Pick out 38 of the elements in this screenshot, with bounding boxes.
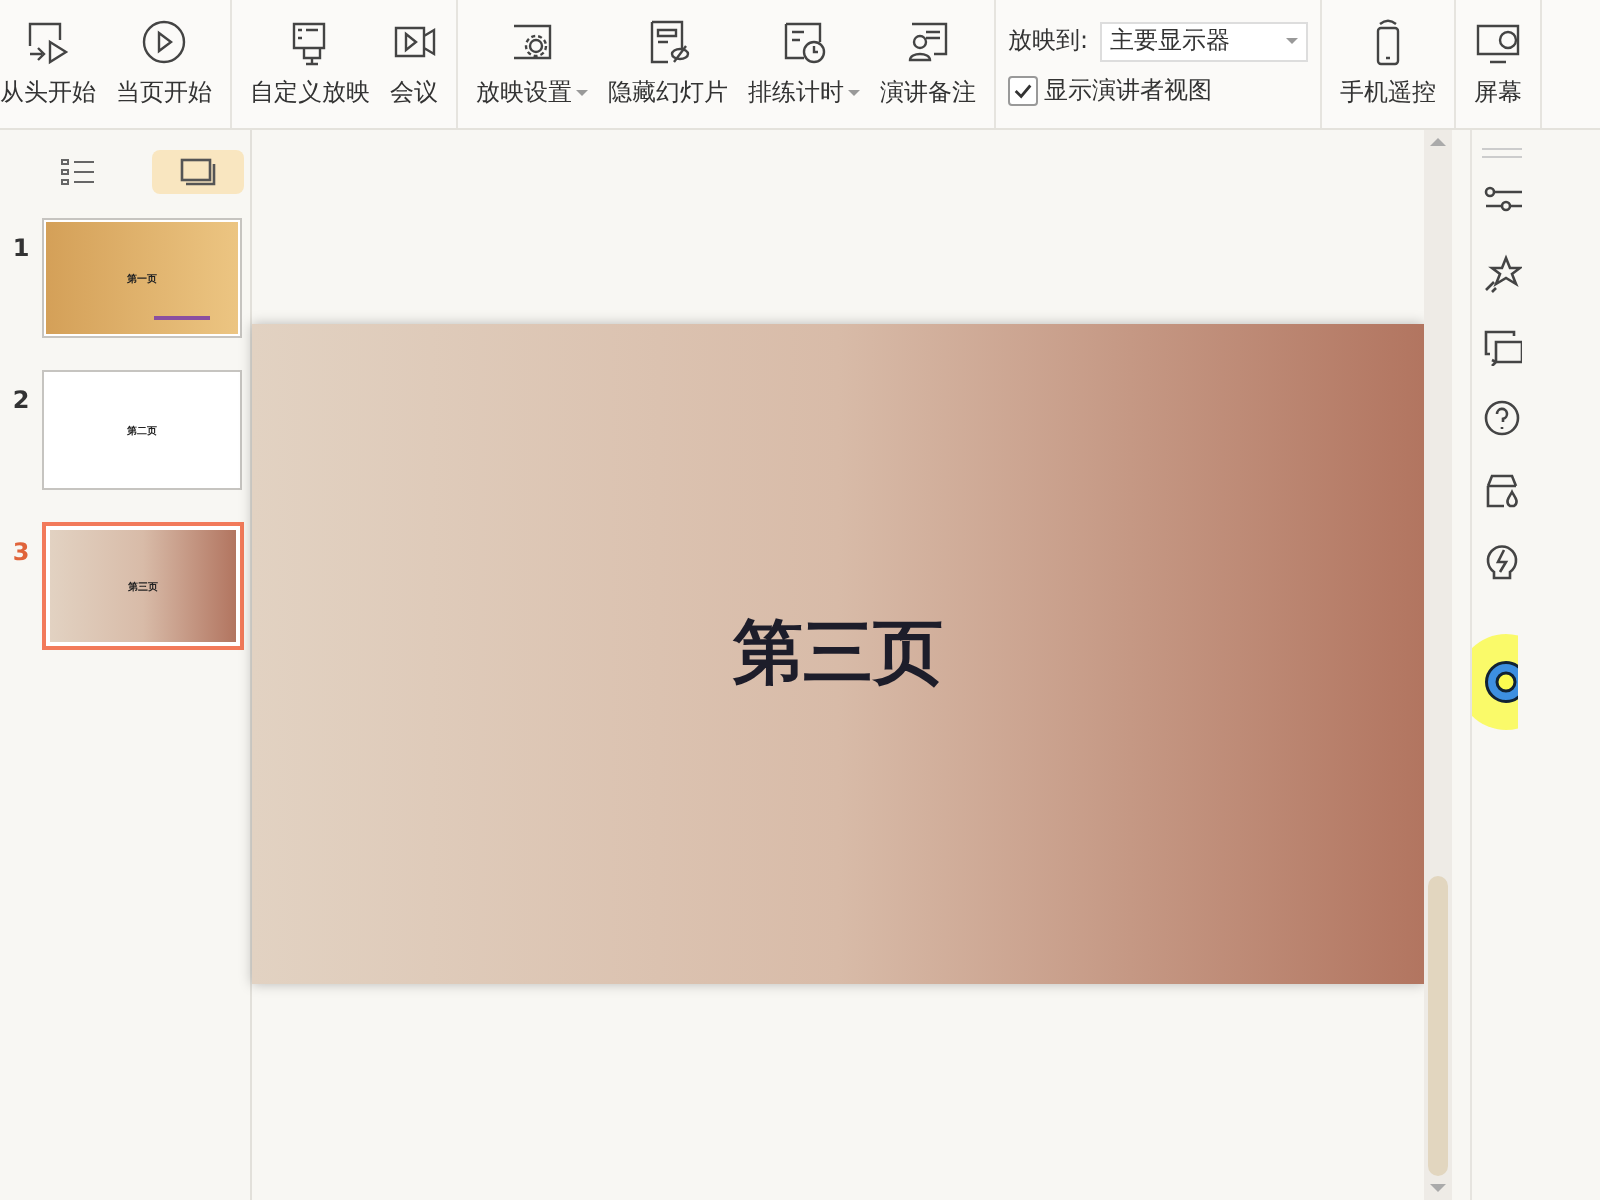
- check-icon: [1012, 79, 1034, 101]
- presenter-icon: [904, 18, 952, 66]
- slide-view-tab[interactable]: [152, 150, 244, 194]
- toolbar-button[interactable]: 放映设置: [466, 0, 598, 128]
- subtitle-line: [154, 316, 210, 320]
- caret-icon: [848, 90, 860, 96]
- scroll-thumb[interactable]: [1428, 876, 1448, 1176]
- toolbar-button[interactable]: 自定义放映: [240, 0, 380, 128]
- store-icon[interactable]: [1482, 470, 1522, 510]
- toolbar-button[interactable]: 会议: [380, 0, 448, 128]
- checkbox[interactable]: [1008, 75, 1038, 105]
- toolbar-button[interactable]: 隐藏幻灯片: [598, 0, 738, 128]
- presenter-view-checkbox[interactable]: 显示演讲者视图: [1008, 73, 1309, 107]
- play-icon: [24, 18, 72, 66]
- slide-number: 2: [10, 384, 32, 414]
- toolbar-button[interactable]: 当页开始: [106, 0, 222, 128]
- switch-icon[interactable]: [1482, 326, 1522, 366]
- slide-number: 1: [10, 232, 32, 262]
- caret-icon: [1286, 38, 1299, 44]
- display-dropdown[interactable]: 主要显示器: [1100, 21, 1309, 61]
- toolbar-button[interactable]: 排练计时: [738, 0, 870, 128]
- list-icon: [60, 158, 96, 186]
- slide-title: 第三页: [733, 612, 943, 698]
- toolbar-button[interactable]: 屏幕: [1464, 0, 1533, 128]
- slide-number: 3: [10, 536, 32, 566]
- lightning-bulb-icon[interactable]: [1482, 542, 1522, 582]
- toolbar-button[interactable]: 演讲备注: [870, 0, 986, 128]
- scrollbar[interactable]: [1424, 130, 1452, 1200]
- panel-handle: [1482, 148, 1522, 158]
- clock-icon: [780, 18, 828, 66]
- play-icon: [140, 18, 188, 66]
- toolbar-button[interactable]: 从头开始: [0, 0, 106, 128]
- star-icon[interactable]: [1482, 254, 1522, 294]
- slides-icon: [180, 158, 216, 186]
- toolbar-button[interactable]: 手机遥控: [1330, 0, 1447, 128]
- caret-icon: [576, 90, 588, 96]
- help-icon[interactable]: [1482, 398, 1522, 438]
- target-label: 放映到:: [1008, 24, 1089, 58]
